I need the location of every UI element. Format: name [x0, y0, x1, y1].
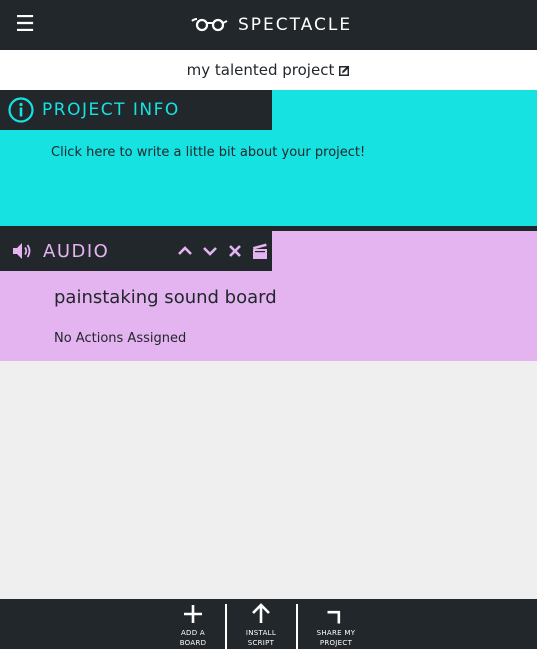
move-up-button[interactable]	[174, 240, 196, 262]
remove-board-button[interactable]	[224, 240, 246, 262]
audio-controls	[174, 240, 274, 262]
plus-icon	[184, 605, 202, 623]
brand-name: SPECTACLE	[238, 15, 353, 35]
install-script-button[interactable]: INSTALL SCRIPT	[231, 602, 291, 649]
glasses-icon	[191, 18, 228, 32]
install-script-label: INSTALL SCRIPT	[245, 629, 277, 647]
top-bar: ☰ SPECTACLE	[0, 0, 537, 50]
project-title[interactable]: my talented project	[187, 61, 335, 79]
board-status: No Actions Assigned	[54, 331, 187, 346]
board-name[interactable]: painstaking sound board	[54, 287, 277, 308]
move-down-button[interactable]	[199, 240, 221, 262]
chevron-down-icon	[203, 247, 217, 256]
info-icon	[8, 97, 34, 123]
hamburger-menu-button[interactable]: ☰	[14, 14, 36, 36]
project-info-header: PROJECT INFO	[0, 90, 272, 130]
hamburger-icon: ☰	[15, 12, 35, 37]
edit-icon[interactable]	[339, 65, 350, 76]
project-info-section: PROJECT INFO Click here to write a littl…	[0, 90, 537, 226]
add-board-label: ADD A BOARD	[179, 629, 207, 647]
arrow-up-icon	[252, 603, 270, 623]
share-project-button[interactable]: SHARE MY PROJECT	[306, 602, 366, 649]
share-project-label: SHARE MY PROJECT	[316, 629, 356, 647]
brand: SPECTACLE	[190, 12, 352, 38]
close-icon	[229, 245, 241, 257]
add-board-button[interactable]: ADD A BOARD	[163, 602, 223, 649]
chevron-up-icon	[178, 246, 192, 255]
clapperboard-icon	[253, 243, 267, 259]
project-description[interactable]: Click here to write a little bit about y…	[51, 145, 365, 160]
audio-section: AUDIO painstaking sound board No Actions…	[0, 231, 537, 361]
audio-title: AUDIO	[43, 240, 110, 262]
bottom-toolbar: ADD A BOARD INSTALL SCRIPT SHARE MY PROJ…	[0, 599, 537, 649]
share-icon	[327, 610, 341, 624]
audio-header: AUDIO	[0, 231, 272, 271]
toolbar-separator	[296, 604, 298, 649]
project-title-bar: my talented project	[0, 50, 537, 90]
project-info-title: PROJECT INFO	[42, 100, 180, 120]
toolbar-separator	[225, 604, 227, 649]
action-editor-button[interactable]	[249, 240, 271, 262]
speaker-icon	[13, 243, 31, 259]
